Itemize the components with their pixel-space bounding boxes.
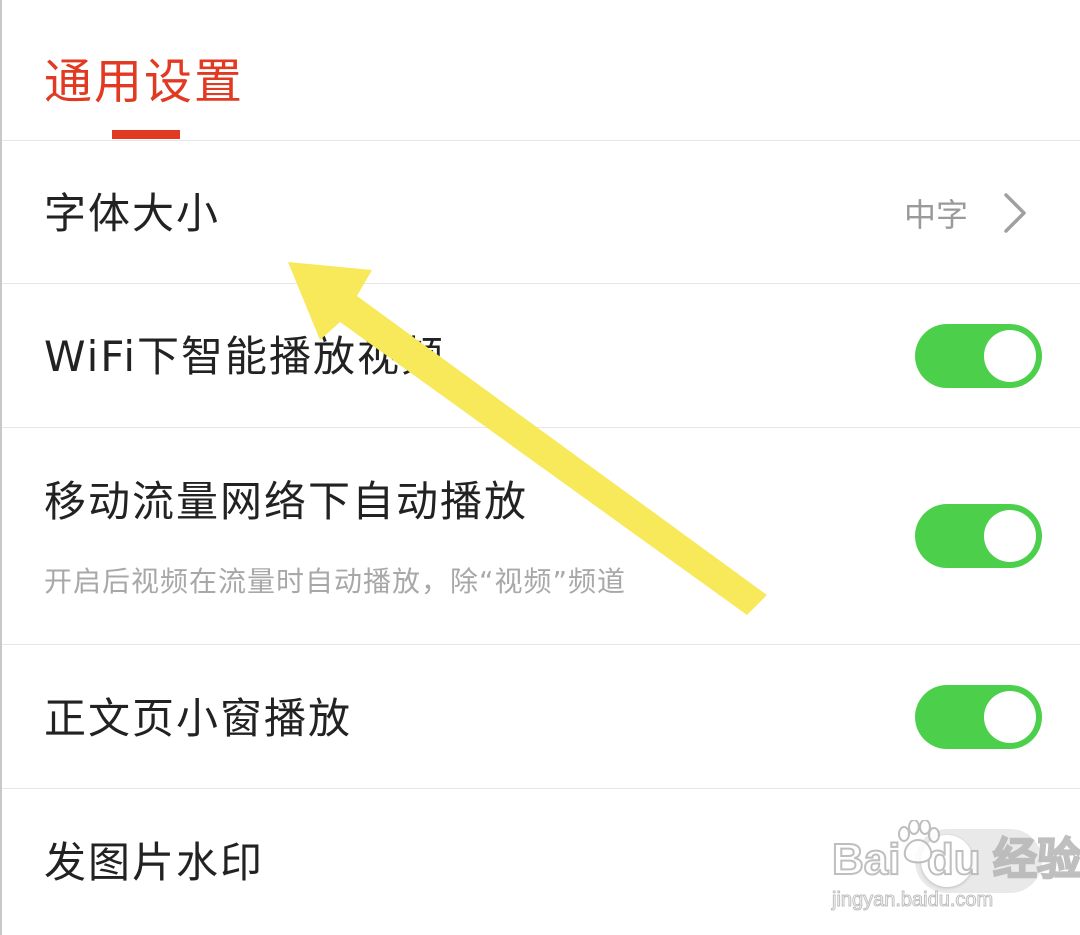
setting-label: 移动流量网络下自动播放 [44, 477, 529, 526]
watermark-url: jingyan.baidu.com [831, 889, 994, 912]
wifi-autoplay-toggle[interactable] [915, 324, 1042, 388]
small-window-toggle[interactable] [915, 685, 1042, 749]
watermark-logo: Bai du 经验 [831, 835, 1080, 885]
mobile-autoplay-toggle[interactable] [915, 504, 1042, 568]
toggle-knob [984, 330, 1036, 382]
setting-row-font-size[interactable]: 字体大小 中字 [2, 141, 1080, 284]
setting-label: WiFi下智能播放视频 [44, 332, 446, 381]
setting-value: 中字 [903, 196, 968, 234]
setting-label: 正文页小窗播放 [44, 694, 353, 743]
toggle-knob [984, 510, 1036, 562]
tab-general-settings[interactable]: 通用设置 [44, 52, 244, 112]
active-tab-indicator [112, 130, 180, 139]
setting-row-mobile-autoplay: 移动流量网络下自动播放 开启后视频在流量时自动播放，除“视频”频道 [2, 428, 1080, 645]
header: 通用设置 [2, 0, 1080, 141]
setting-row-small-window: 正文页小窗播放 [2, 645, 1080, 789]
settings-screen: 通用设置 字体大小 中字 WiFi下智能播放视频 移动流量网络下自动播放 开启后… [0, 0, 1080, 935]
setting-label: 发图片水印 [44, 838, 265, 887]
paw-icon [898, 820, 940, 864]
chevron-right-icon [1004, 193, 1026, 233]
toggle-knob [984, 691, 1036, 743]
setting-label: 字体大小 [44, 189, 221, 238]
baidu-jingyan-watermark: Bai du 经验 jingyan.baidu.com [831, 818, 1080, 918]
setting-row-wifi-autoplay: WiFi下智能播放视频 [2, 284, 1080, 428]
setting-description: 开启后视频在流量时自动播放，除“视频”频道 [44, 565, 627, 598]
